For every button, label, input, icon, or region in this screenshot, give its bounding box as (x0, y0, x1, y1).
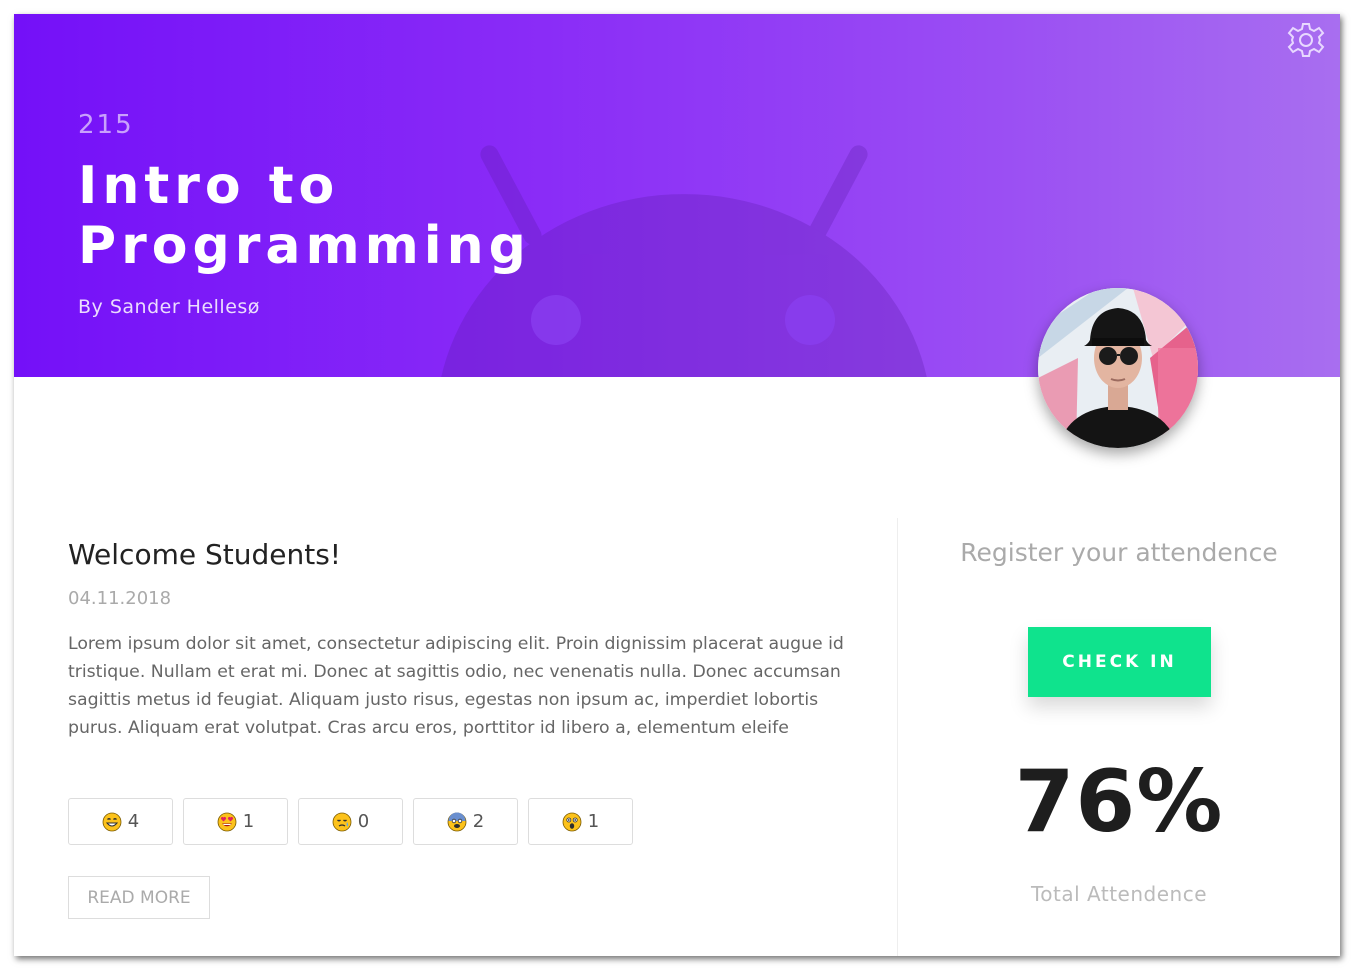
course-code: 215 (78, 110, 134, 140)
post-date: 04.11.2018 (68, 588, 172, 609)
attendance-label: Total Attendence (1030, 882, 1208, 906)
post-title: Welcome Students! (68, 538, 342, 571)
reaction-count: 4 (127, 811, 140, 832)
disappointed-relieved-face-icon (332, 812, 352, 831)
reaction-bar: 4 1 0 2 1 (68, 798, 633, 845)
settings-button[interactable] (1286, 20, 1326, 60)
reaction-button-grinning[interactable]: 4 (68, 798, 173, 845)
course-card: 215 Intro to Programming By Sander Helle… (14, 14, 1340, 956)
avatar-photo (1038, 288, 1198, 448)
reaction-count: 2 (472, 811, 485, 832)
fearful-face-icon (447, 812, 467, 831)
reaction-button-fearful[interactable]: 2 (413, 798, 518, 845)
grinning-face-icon (102, 812, 122, 831)
reaction-button-heart-eyes[interactable]: 1 (183, 798, 288, 845)
astonished-face-icon (562, 812, 582, 831)
course-author: By Sander Hellesø (78, 296, 260, 318)
attendance-heading: Register your attendence (960, 538, 1278, 567)
reaction-button-disappointed[interactable]: 0 (298, 798, 403, 845)
reaction-count: 1 (587, 811, 600, 832)
reaction-button-astonished[interactable]: 1 (528, 798, 633, 845)
gear-icon (1287, 23, 1325, 57)
reaction-count: 1 (242, 811, 255, 832)
reaction-count: 0 (357, 811, 370, 832)
heart-eyes-face-icon (217, 812, 237, 831)
course-title: Intro to Programming (78, 156, 531, 276)
post-body: Lorem ipsum dolor sit amet, consectetur … (68, 634, 844, 738)
read-more-button[interactable]: READ MORE (68, 876, 210, 919)
check-in-button[interactable]: CHECK IN (1028, 627, 1211, 697)
attendance-percentage: 76% (1014, 752, 1224, 852)
instructor-avatar (1038, 288, 1198, 448)
